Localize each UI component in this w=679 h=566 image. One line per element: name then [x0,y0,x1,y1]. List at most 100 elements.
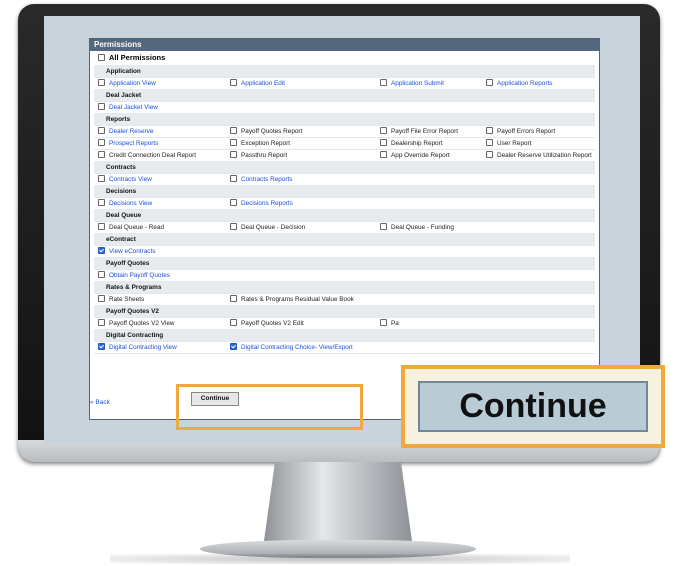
permission-item[interactable]: Pa [380,318,399,329]
permission-row: Payoff Quotes V2 View Payoff Quotes V2 Ed… [94,318,595,330]
permission-link[interactable]: Prospect Reports [109,140,158,147]
permission-item[interactable]: Payoff Quotes V2 Edit [230,318,304,329]
section-header: Reports [94,114,595,126]
permission-item[interactable]: Payoff Quotes V2 View [98,318,175,329]
permission-checkbox[interactable] [98,102,105,110]
monitor-shadow [110,554,570,564]
permission-link[interactable]: Decisions View [109,200,152,207]
permission-link[interactable]: Decisions Reports [241,200,293,207]
permission-item[interactable]: App Override Report [380,150,450,161]
permission-item[interactable]: Decisions View [98,198,152,209]
permission-checkbox[interactable] [230,342,237,350]
permission-checkbox[interactable] [230,318,237,326]
permission-checkbox[interactable] [380,126,387,134]
permission-link[interactable]: Contracts View [109,176,152,183]
permission-link[interactable]: Dealer Reserve [109,128,153,135]
all-permissions-row[interactable]: All Permissions [94,51,595,66]
permission-item[interactable]: Application Edit [230,78,285,89]
permission-link[interactable]: Application Edit [241,80,285,87]
section-header: Deal Jacket [94,90,595,102]
permission-link[interactable]: Deal Jacket View [109,104,158,111]
permission-item[interactable]: Dealer Reserve Utilization Report [486,150,592,161]
permission-checkbox[interactable] [230,138,237,146]
permission-label: Payoff File Error Report [391,128,459,135]
permission-row: View eContracts [94,246,595,258]
section-header: Deal Queue [94,210,595,222]
permission-label: Dealership Report [391,140,443,147]
back-link[interactable]: « Back [90,399,110,406]
permission-item[interactable]: User Report [486,138,531,149]
permission-checkbox[interactable] [98,270,105,278]
permission-checkbox[interactable] [486,150,493,158]
permission-link[interactable]: Application View [109,80,156,87]
permission-checkbox[interactable] [230,78,237,86]
permission-label: Deal Queue - Funding [391,224,454,231]
permission-item[interactable]: Payoff File Error Report [380,126,458,137]
permission-checkbox[interactable] [98,174,105,182]
permission-item[interactable]: Application Reports [486,78,552,89]
permission-item[interactable]: Credit Connection Deal Report [98,150,196,161]
permission-item[interactable]: Contracts View [98,174,152,185]
permission-item[interactable]: Contracts Reports [230,174,293,185]
permission-checkbox[interactable] [98,342,105,350]
permission-link[interactable]: Digital Contracting View [109,344,177,351]
permission-checkbox[interactable] [98,318,105,326]
permission-item[interactable]: Deal Queue - Funding [380,222,454,233]
permission-checkbox[interactable] [98,222,105,230]
permission-item[interactable]: Deal Queue - Read [98,222,164,233]
permission-item[interactable]: Payoff Errors Report [486,126,555,137]
permission-checkbox[interactable] [380,78,387,86]
permission-item[interactable]: Digital Contracting View [98,342,177,353]
permission-link[interactable]: View eContracts [109,248,155,255]
permission-checkbox[interactable] [380,138,387,146]
permission-link[interactable]: Application Reports [497,80,552,87]
permission-checkbox[interactable] [486,138,493,146]
permission-item[interactable]: Dealer Reserve [98,126,153,137]
permission-checkbox[interactable] [98,126,105,134]
permission-checkbox[interactable] [98,138,105,146]
continue-callout-button[interactable]: Continue [418,381,648,432]
permission-item[interactable]: Obtain Payoff Quotes [98,270,170,281]
permission-checkbox[interactable] [486,126,493,134]
permission-item[interactable]: Dealership Report [380,138,443,149]
permission-item[interactable]: Rate Sheets [98,294,144,305]
permission-checkbox[interactable] [380,222,387,230]
permission-checkbox[interactable] [98,246,105,254]
permission-item[interactable]: Exception Report [230,138,290,149]
permission-item[interactable]: Decisions Reports [230,198,293,209]
permission-row: Application View Application Edit Applicat… [94,78,595,90]
permission-row: Credit Connection Deal Report Passthru Re… [94,150,595,162]
permission-item[interactable]: Passthru Report [230,150,287,161]
permission-item[interactable]: Rates & Programs Residual Value Book [230,294,354,305]
permission-checkbox[interactable] [230,294,237,302]
permission-checkbox[interactable] [98,294,105,302]
permission-link[interactable]: Obtain Payoff Quotes [109,272,170,279]
permission-checkbox[interactable] [230,150,237,158]
permission-checkbox[interactable] [230,126,237,134]
permission-item[interactable]: Payoff Quotes Report [230,126,302,137]
permission-link[interactable]: Contracts Reports [241,176,293,183]
permission-checkbox[interactable] [98,78,105,86]
permission-item[interactable]: Application Submit [380,78,444,89]
permission-checkbox[interactable] [98,198,105,206]
all-permissions-checkbox[interactable] [98,53,105,61]
section-header: Rates & Programs [94,282,595,294]
permission-item[interactable]: Application View [98,78,156,89]
permission-item[interactable]: Prospect Reports [98,138,158,149]
permission-checkbox[interactable] [380,150,387,158]
permission-item[interactable]: Digital Contracting Choice- View/Export [230,342,353,353]
permission-item[interactable]: Deal Jacket View [98,102,158,113]
permission-checkbox[interactable] [230,222,237,230]
permission-item[interactable]: View eContracts [98,246,155,257]
permission-label: Exception Report [241,140,291,147]
permission-row: Digital Contracting View Digital Contract… [94,342,595,354]
permission-checkbox[interactable] [486,78,493,86]
permission-checkbox[interactable] [98,150,105,158]
permission-link[interactable]: Digital Contracting Choice- View/Export [241,344,353,351]
permission-item[interactable]: Deal Queue - Decision [230,222,305,233]
all-permissions-label: All Permissions [109,53,166,62]
permission-checkbox[interactable] [230,198,237,206]
permission-checkbox[interactable] [230,174,237,182]
permission-checkbox[interactable] [380,318,387,326]
permission-link[interactable]: Application Submit [391,80,444,87]
